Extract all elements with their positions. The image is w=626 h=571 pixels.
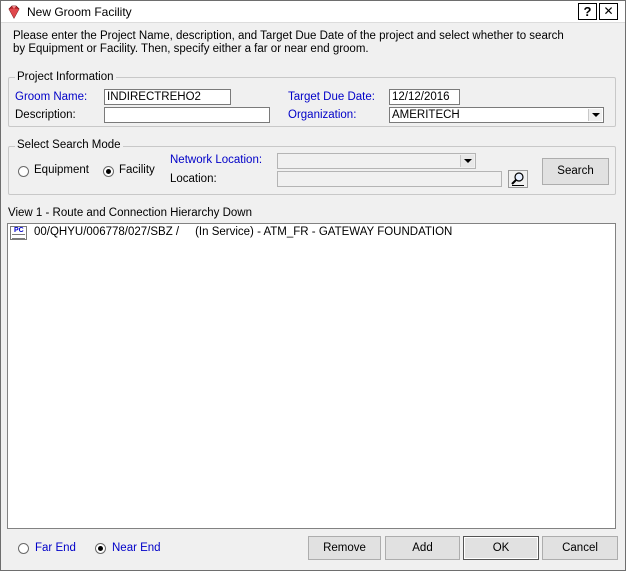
- equipment-radio[interactable]: [18, 166, 29, 177]
- equipment-label: Equipment: [34, 164, 89, 176]
- far-end-radio[interactable]: [18, 543, 29, 554]
- magnifier-icon: [511, 172, 524, 186]
- chevron-down-icon[interactable]: [460, 155, 474, 167]
- close-button[interactable]: ✕: [599, 3, 618, 20]
- location-lookup-button[interactable]: [508, 170, 528, 188]
- search-button[interactable]: Search: [542, 158, 609, 185]
- title-bar: New Groom Facility ? ✕: [1, 1, 625, 23]
- groom-name-label: Groom Name:: [15, 91, 88, 103]
- help-button[interactable]: ?: [578, 3, 597, 20]
- view-title: View 1 - Route and Connection Hierarchy …: [8, 207, 252, 219]
- location-label: Location:: [170, 173, 217, 185]
- search-mode-legend: Select Search Mode: [15, 139, 123, 151]
- network-location-select[interactable]: [277, 153, 476, 169]
- description-label: Description:: [15, 109, 76, 121]
- near-end-radio[interactable]: [95, 543, 106, 554]
- organization-value: AMERITECH: [392, 109, 460, 121]
- groom-name-input[interactable]: INDIRECTREHO2: [104, 89, 231, 105]
- dialog-window: New Groom Facility ? ✕ Please enter the …: [0, 0, 626, 571]
- add-button[interactable]: Add: [385, 536, 460, 560]
- organization-label: Organization:: [288, 109, 357, 121]
- project-information-legend: Project Information: [15, 71, 116, 83]
- hierarchy-tree[interactable]: PC 00/QHYU/006778/027/SBZ / (In Service)…: [7, 223, 616, 529]
- chevron-down-icon[interactable]: [588, 109, 602, 121]
- organization-select[interactable]: AMERITECH: [389, 107, 604, 123]
- pc-icon: PC: [10, 226, 27, 240]
- tree-row-text: 00/QHYU/006778/027/SBZ / (In Service) - …: [34, 226, 453, 238]
- instructions-text: Please enter the Project Name, descripti…: [13, 30, 564, 55]
- window-title: New Groom Facility: [27, 5, 132, 19]
- location-input[interactable]: [277, 171, 502, 187]
- description-input[interactable]: [104, 107, 270, 123]
- ok-button[interactable]: OK: [463, 536, 539, 560]
- target-due-date-input[interactable]: 12/12/2016: [389, 89, 460, 105]
- remove-button[interactable]: Remove: [308, 536, 381, 560]
- tree-row[interactable]: PC 00/QHYU/006778/027/SBZ / (In Service)…: [10, 226, 452, 274]
- cancel-button[interactable]: Cancel: [542, 536, 618, 560]
- ruby-gem-icon: [8, 5, 20, 19]
- network-location-label: Network Location:: [170, 154, 263, 166]
- far-end-label: Far End: [35, 542, 76, 554]
- facility-label: Facility: [119, 164, 155, 176]
- facility-radio[interactable]: [103, 166, 114, 177]
- target-due-date-label: Target Due Date:: [288, 91, 375, 103]
- near-end-label: Near End: [112, 542, 161, 554]
